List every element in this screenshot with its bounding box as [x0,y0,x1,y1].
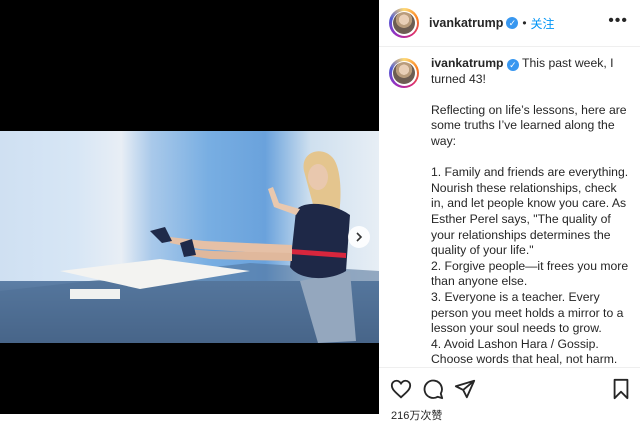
caption-verified-badge-icon: ✓ [506,59,519,71]
bookmark-icon[interactable] [610,378,632,400]
likes-count[interactable]: 216万次赞 [391,407,442,423]
caption-avatar-image [393,62,415,84]
caption: ivankatrump ✓ This past week, I turned 4… [389,56,634,368]
chevron-right-icon [356,232,363,242]
avatar-ring [391,10,417,36]
send-icon[interactable] [454,378,476,400]
photo-scene [0,151,379,343]
post-side-panel: ivankatrump ✓ • 关注 ••• ivankatrump ✓ Thi… [379,0,640,422]
heart-icon[interactable] [390,378,412,400]
caption-text: This past week, I turned 43! Reflecting … [431,56,629,368]
shoe [150,227,172,243]
follow-button[interactable]: 关注 [531,15,555,32]
caption-avatar[interactable] [389,58,419,88]
caption-username[interactable]: ivankatrump [431,56,503,70]
comment-icon[interactable] [422,378,444,400]
arm [268,187,300,215]
book [70,289,120,299]
avatar-image [393,12,415,34]
separator-dot: • [522,16,527,30]
caption-avatar-ring [391,60,417,86]
avatar[interactable] [389,8,419,38]
action-bar [379,367,640,408]
verified-badge-icon: ✓ [506,17,519,29]
post-header: ivankatrump ✓ • 关注 ••• [379,0,640,47]
caption-text-block: ivankatrump ✓ This past week, I turned 4… [431,56,631,368]
face [308,164,328,190]
next-image-button[interactable] [348,226,370,248]
username-link[interactable]: ivankatrump [429,16,503,30]
post-media [0,0,379,414]
dress [290,203,350,279]
more-options-icon[interactable]: ••• [608,13,628,29]
post-photo [0,131,379,343]
